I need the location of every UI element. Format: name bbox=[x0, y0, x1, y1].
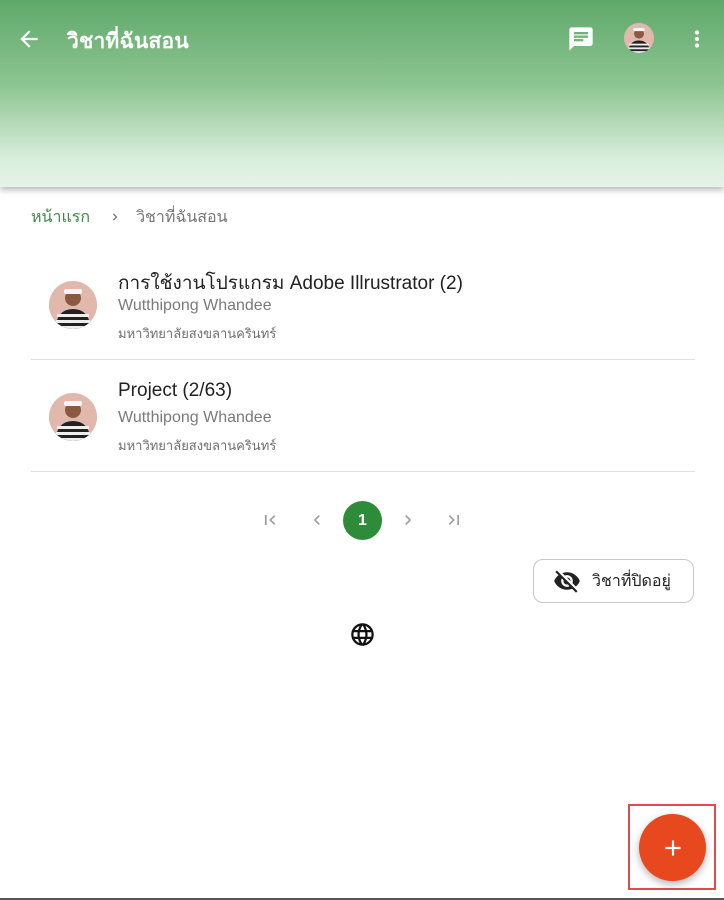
course-name: การใช้งานโปรแกรม Adobe Illrustrator (2) bbox=[118, 273, 463, 294]
course-list: การใช้งานโปรแกรม Adobe Illrustrator (2) … bbox=[31, 248, 695, 472]
user-avatar[interactable] bbox=[624, 23, 654, 53]
breadcrumb-home-link[interactable]: หน้าแรก bbox=[31, 205, 90, 230]
more-options-button[interactable] bbox=[682, 24, 712, 54]
breadcrumb-current: วิชาที่ฉันสอน bbox=[136, 208, 228, 226]
teacher-avatar bbox=[49, 393, 97, 441]
arrow-back-icon bbox=[20, 30, 38, 48]
language-button[interactable] bbox=[349, 621, 376, 648]
course-item[interactable]: การใช้งานโปรแกรม Adobe Illrustrator (2) … bbox=[31, 248, 695, 360]
course-item[interactable]: Project (2/63) Wutthipong Whandee มหาวิท… bbox=[31, 360, 695, 472]
back-button[interactable] bbox=[14, 24, 44, 54]
pagination: 1 bbox=[0, 500, 724, 540]
chevron-right-icon bbox=[405, 515, 412, 525]
page-button-current[interactable]: 1 bbox=[343, 501, 382, 540]
school-name: มหาวิทยาลัยสงขลานครินทร์ bbox=[118, 438, 277, 453]
visibility-off-icon bbox=[553, 567, 581, 595]
messages-button[interactable] bbox=[566, 24, 596, 54]
closed-courses-button[interactable]: วิชาที่ปิดอยู่ bbox=[533, 559, 694, 603]
teacher-avatar bbox=[49, 281, 97, 329]
page-title: วิชาที่ฉันสอน bbox=[67, 30, 189, 53]
closed-courses-label: วิชาที่ปิดอยู่ bbox=[592, 572, 671, 590]
globe-icon bbox=[351, 623, 374, 646]
previous-page-button[interactable] bbox=[297, 500, 337, 540]
add-course-button[interactable] bbox=[639, 814, 706, 881]
chevron-left-icon bbox=[313, 515, 320, 525]
app-bar: วิชาที่ฉันสอน bbox=[0, 0, 724, 187]
first-page-icon bbox=[265, 515, 276, 525]
course-name: Project (2/63) bbox=[118, 380, 233, 401]
teacher-name: Wutthipong Whandee bbox=[118, 297, 272, 314]
teacher-name: Wutthipong Whandee bbox=[118, 409, 272, 426]
first-page-button[interactable] bbox=[250, 500, 290, 540]
next-page-button[interactable] bbox=[388, 500, 428, 540]
breadcrumb: หน้าแรก วิชาที่ฉันสอน bbox=[31, 207, 228, 227]
school-name: มหาวิทยาลัยสงขลานครินทร์ bbox=[118, 326, 277, 341]
last-page-button[interactable] bbox=[434, 500, 474, 540]
add-icon bbox=[664, 839, 681, 856]
chevron-right-icon bbox=[108, 210, 122, 224]
chat-icon bbox=[569, 27, 593, 51]
last-page-icon bbox=[448, 515, 459, 525]
more-vert-icon bbox=[694, 30, 700, 48]
